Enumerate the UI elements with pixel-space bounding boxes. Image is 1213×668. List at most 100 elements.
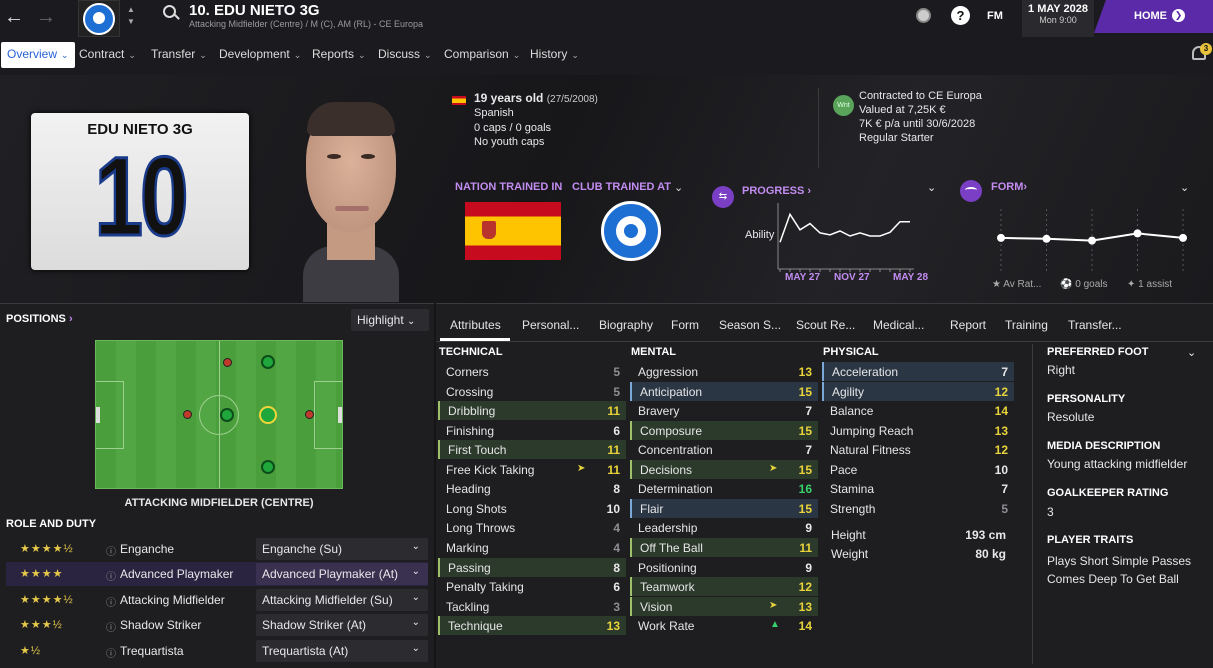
attribute-row[interactable]: Stamina 7	[822, 479, 1014, 498]
nav-transfer[interactable]: Transfer ⌄	[151, 47, 207, 61]
attribute-row[interactable]: Vision 13	[630, 596, 818, 616]
role-row[interactable]: ★½ ⓘ Trequartista Trequartista (At) ⌄	[6, 639, 428, 663]
positions-label[interactable]: POSITIONS ›	[6, 313, 73, 325]
attribute-row[interactable]: Natural Fitness 12	[822, 440, 1014, 459]
role-row-selected[interactable]: ★★★★ ⓘ Advanced Playmaker Advanced Playm…	[6, 562, 428, 586]
ball-icon[interactable]	[916, 8, 931, 23]
duty-dropdown[interactable]: Attacking Midfielder (Su) ⌄	[256, 589, 428, 611]
attribute-name: Work Rate	[638, 619, 695, 634]
nav-discuss-label: Discuss	[378, 47, 421, 61]
info-icon[interactable]: ⓘ	[106, 543, 116, 558]
attribute-row[interactable]: First Touch 11	[438, 440, 626, 460]
tab-form[interactable]: Form	[671, 318, 699, 332]
attribute-row[interactable]: Agility 12	[822, 381, 1014, 401]
attribute-row[interactable]: Long Shots 10	[438, 499, 626, 518]
form-label[interactable]: FORM›	[991, 181, 1027, 193]
attribute-row[interactable]: Heading 8	[438, 479, 626, 498]
attribute-value: 7	[1001, 365, 1008, 379]
nav-overview[interactable]: Overview ⌄	[1, 42, 75, 68]
info-icon[interactable]: ⓘ	[106, 594, 116, 609]
attribute-row[interactable]: Concentration 7	[630, 440, 818, 459]
attribute-row[interactable]: Work Rate 14	[630, 616, 818, 635]
role-row[interactable]: ★★★★½ ⓘ Attacking Midfielder Attacking M…	[6, 588, 428, 612]
info-icon[interactable]: ⓘ	[106, 568, 116, 583]
attribute-row[interactable]: Tackling 3	[438, 597, 626, 616]
player-switch-icon[interactable]: ▲ ▼	[127, 4, 135, 28]
attribute-row[interactable]: Penalty Taking 6	[438, 577, 626, 596]
role-name: Shadow Striker	[120, 618, 202, 632]
attribute-row[interactable]: Flair 15	[630, 498, 818, 518]
nav-contract[interactable]: Contract ⌄	[79, 47, 136, 61]
form-point[interactable]	[997, 233, 1005, 242]
tab-scout-report[interactable]: Scout Re...	[796, 318, 855, 332]
fm-button[interactable]: FM	[987, 10, 1003, 22]
tab-medical[interactable]: Medical...	[873, 318, 924, 332]
attribute-row[interactable]: Pace 10	[822, 460, 1014, 479]
form-chevron-icon[interactable]: ⌄	[1180, 181, 1189, 194]
form-point[interactable]	[1042, 234, 1051, 243]
duty-dropdown[interactable]: Advanced Playmaker (At) ⌄	[256, 563, 428, 585]
form-point[interactable]	[1133, 229, 1142, 238]
info-chevron-icon[interactable]: ⌄	[1187, 346, 1196, 359]
attribute-row[interactable]: Acceleration 7	[822, 362, 1014, 381]
attribute-row[interactable]: Free Kick Taking 11	[438, 460, 626, 479]
form-point[interactable]	[1179, 233, 1187, 242]
highlight-dropdown[interactable]: Highlight ⌄	[351, 309, 429, 331]
nav-development[interactable]: Development ⌄	[219, 47, 301, 61]
tab-biography[interactable]: Biography	[599, 318, 653, 332]
attribute-row[interactable]: Strength 5	[822, 499, 1014, 518]
attribute-row[interactable]: Balance 14	[822, 401, 1014, 420]
back-arrow-icon[interactable]: ←	[4, 6, 24, 29]
attribute-value: 15	[798, 501, 812, 516]
form-icon-wave	[965, 187, 977, 193]
progress-label[interactable]: PROGRESS ›	[742, 185, 811, 197]
home-button[interactable]: HOME ❯	[1094, 0, 1213, 33]
attribute-row[interactable]: Jumping Reach 13	[822, 421, 1014, 440]
attribute-row[interactable]: Marking 4	[438, 538, 626, 557]
attribute-row[interactable]: Anticipation 15	[630, 381, 818, 401]
help-icon[interactable]: ?	[951, 6, 970, 25]
attribute-row[interactable]: Crossing 5	[438, 382, 626, 401]
attribute-row[interactable]: Bravery 7	[630, 401, 818, 420]
attribute-row[interactable]: Decisions 15	[630, 459, 818, 479]
duty-dropdown[interactable]: Trequartista (At) ⌄	[256, 640, 428, 662]
chevron-down-icon[interactable]: ⌄	[674, 181, 683, 194]
attribute-row[interactable]: Determination 16	[630, 479, 818, 498]
attribute-row[interactable]: Positioning 9	[630, 558, 818, 577]
attribute-row[interactable]: Off The Ball 11	[630, 537, 818, 557]
nav-history[interactable]: History ⌄	[530, 47, 579, 61]
tab-transfer[interactable]: Transfer...	[1068, 318, 1122, 332]
nav-comparison[interactable]: Comparison ⌄	[444, 47, 520, 61]
tab-report[interactable]: Report	[950, 318, 986, 332]
club-trained-label[interactable]: CLUB TRAINED AT	[572, 181, 671, 193]
duty-dropdown[interactable]: Shadow Striker (At) ⌄	[256, 614, 428, 636]
attribute-row[interactable]: Finishing 6	[438, 421, 626, 440]
info-icon[interactable]: ⓘ	[106, 645, 116, 660]
attribute-row[interactable]: Teamwork 12	[630, 577, 818, 597]
role-row[interactable]: ★★★½ ⓘ Shadow Striker Shadow Striker (At…	[6, 613, 428, 637]
attribute-row[interactable]: Leadership 9	[630, 518, 818, 537]
attribute-row[interactable]: Composure 15	[630, 420, 818, 440]
attribute-row[interactable]: Dribbling 11	[438, 401, 626, 421]
progress-chevron-icon[interactable]: ⌄	[927, 181, 936, 194]
attribute-row[interactable]: Passing 8	[438, 557, 626, 577]
date-block[interactable]: 1 MAY 2028 Mon 9:00	[1022, 0, 1094, 37]
tab-training[interactable]: Training	[1005, 318, 1048, 332]
club-crest-icon[interactable]	[78, 0, 120, 37]
duty-dropdown[interactable]: Enganche (Su) ⌄	[256, 538, 428, 560]
attribute-row[interactable]: Aggression 13	[630, 362, 818, 381]
nav-reports[interactable]: Reports ⌄	[312, 47, 366, 61]
attribute-row[interactable]: Long Throws 4	[438, 518, 626, 537]
attribute-value: 4	[613, 521, 620, 536]
role-row[interactable]: ★★★★½ ⓘ Enganche Enganche (Su) ⌄	[6, 537, 428, 561]
nav-discuss[interactable]: Discuss ⌄	[378, 47, 432, 61]
wanted-badge: Wnt	[833, 95, 854, 116]
tab-personal[interactable]: Personal...	[522, 318, 579, 332]
attribute-row[interactable]: Corners 5	[438, 362, 626, 381]
attribute-row[interactable]: Technique 13	[438, 616, 626, 636]
form-point[interactable]	[1088, 236, 1096, 245]
tab-attributes[interactable]: Attributes	[450, 318, 501, 332]
info-icon[interactable]: ⓘ	[106, 619, 116, 634]
forward-arrow-icon[interactable]: →	[36, 6, 56, 29]
tab-season-stats[interactable]: Season S...	[719, 318, 781, 332]
